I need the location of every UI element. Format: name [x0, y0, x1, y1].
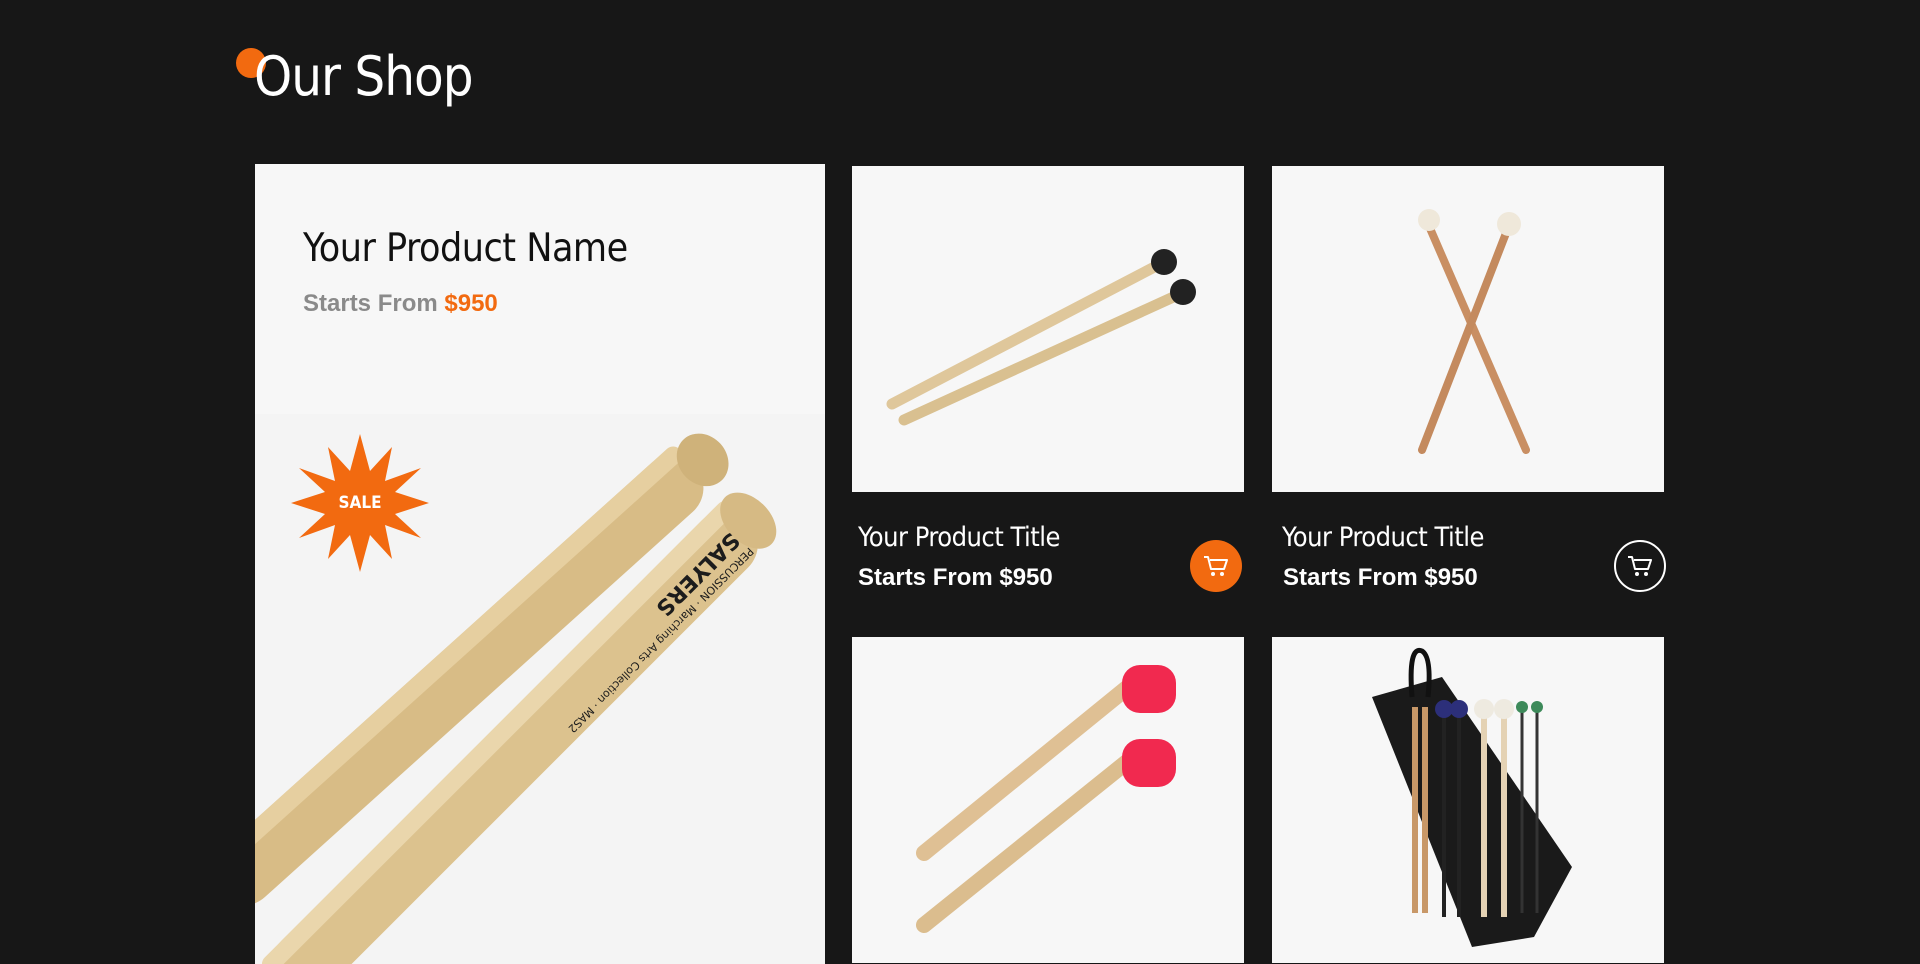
featured-product-price: Starts From $950 — [303, 290, 498, 318]
cart-icon — [1628, 556, 1652, 576]
mallets-black-image — [886, 249, 1196, 426]
shop-header: Our Shop — [236, 42, 474, 112]
product-image[interactable] — [852, 637, 1244, 963]
price-amount: $950 — [444, 290, 498, 317]
product-card[interactable]: Your Product Title Starts From $950 — [852, 166, 1244, 592]
add-to-cart-button[interactable] — [1190, 540, 1242, 592]
product-price: Starts From $950 — [858, 564, 1053, 591]
sale-label: SALE — [338, 493, 382, 513]
mallets-felt-crossed-image — [1418, 209, 1530, 454]
mallets-red-image — [916, 665, 1176, 933]
cart-icon — [1204, 556, 1228, 576]
product-card[interactable]: Your Product Title Starts From $950 — [1272, 166, 1666, 592]
stick-bag-image — [1372, 647, 1572, 947]
product-image[interactable] — [1272, 166, 1664, 492]
featured-product-card[interactable]: Your Product Name Starts From $950 SALYE… — [255, 164, 825, 964]
featured-product-name[interactable]: Your Product Name — [303, 226, 628, 271]
product-card[interactable] — [852, 637, 1244, 963]
product-title[interactable]: Your Product Title — [858, 522, 1061, 553]
product-title[interactable]: Your Product Title — [1282, 522, 1485, 553]
sale-badge: SALE — [291, 434, 429, 572]
product-image[interactable] — [852, 166, 1244, 492]
product-image[interactable] — [1272, 637, 1664, 963]
price-prefix: Starts From — [303, 290, 438, 317]
page-title: Our Shop — [254, 45, 474, 108]
product-card[interactable] — [1272, 637, 1664, 963]
add-to-cart-button[interactable] — [1614, 540, 1666, 592]
product-price: Starts From $950 — [1283, 564, 1478, 591]
